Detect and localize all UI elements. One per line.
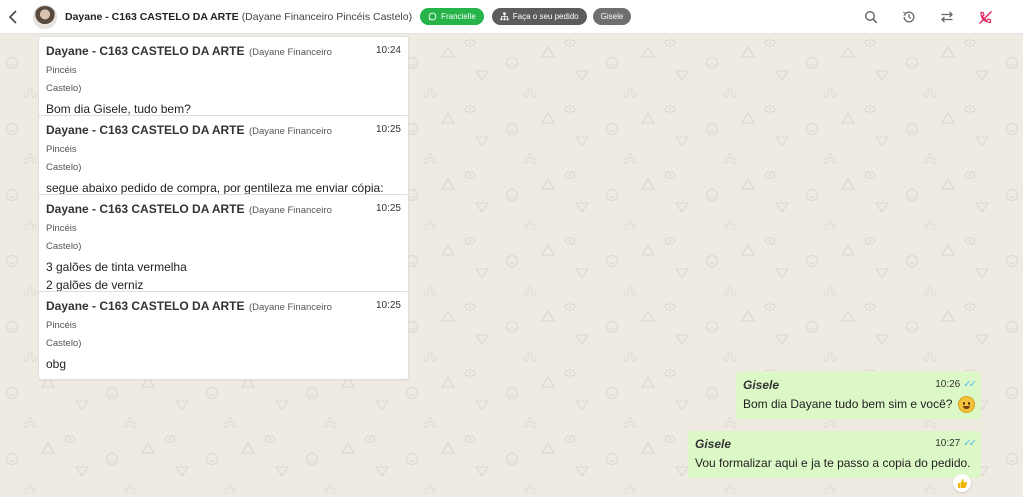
thumbs-up-icon[interactable] [953,474,971,492]
message-sender: Dayane - C163 CASTELO DA ARTE [46,123,245,137]
tag-label: Faça o seu pedido [512,12,579,21]
history-icon[interactable] [901,9,917,25]
end-chat-icon[interactable] [977,9,993,25]
sitemap-icon [500,12,509,21]
whatsapp-icon [428,12,437,21]
message-sender-sub: Castelo) [46,338,82,349]
message-time: 10:25 [375,300,401,311]
tag-label: Gisele [600,12,624,21]
chat-area[interactable]: Dayane - C163 CASTELO DA ARTE (Dayane Fi… [0,35,1023,497]
message-text: 3 galões de tinta vermelha [46,260,187,274]
outgoing-message[interactable]: Gisele 10:27 ✓✓ Vou formalizar aqui e ja… [688,431,981,478]
outgoing-message[interactable]: Gisele 10:26 ✓✓ Bom dia Dayane tudo bem … [736,372,981,420]
message-time: 10:25 [375,203,401,214]
contact-subtitle: (Dayane Financeiro Pincéis Castelo) [241,10,413,23]
tag-order[interactable]: Faça o seu pedido [491,8,587,25]
message-time: 10:26 [935,379,961,390]
transfer-icon[interactable] [939,9,955,25]
tag-francielle[interactable]: Francielle [420,8,484,25]
contact-name[interactable]: Dayane - C163 CASTELO DA ARTE [65,11,239,23]
message-time: 10:24 [375,45,401,56]
message-sender-sub: Castelo) [46,241,82,252]
message-sender: Gisele [695,437,732,451]
message-sender-sub: Castelo) [46,162,82,173]
message-text: Bom dia Dayane tudo bem sim e você? [743,397,953,411]
message-sender: Gisele [743,378,780,392]
grinning-face-icon [957,396,975,414]
incoming-message[interactable]: Dayane - C163 CASTELO DA ARTE (Dayane Fi… [38,36,409,125]
message-text: Vou formalizar aqui e ja te passo a copi… [695,456,971,470]
tag-gisele[interactable]: Gisele [592,8,632,25]
incoming-message[interactable]: Dayane - C163 CASTELO DA ARTE (Dayane Fi… [38,115,409,204]
message-sender-sub: Castelo) [46,83,82,94]
message-text: obg [46,357,67,371]
message-sender: Dayane - C163 CASTELO DA ARTE [46,202,245,216]
message-time: 10:27 [935,438,961,449]
header-actions [863,0,993,34]
search-icon[interactable] [863,9,879,25]
message-sender: Dayane - C163 CASTELO DA ARTE [46,299,245,313]
contact-avatar[interactable] [33,4,57,29]
incoming-message[interactable]: Dayane - C163 CASTELO DA ARTE (Dayane Fi… [38,194,409,301]
incoming-message[interactable]: Dayane - C163 CASTELO DA ARTE (Dayane Fi… [38,291,409,380]
message-sender: Dayane - C163 CASTELO DA ARTE [46,44,245,58]
message-time: 10:25 [375,124,401,135]
tag-label: Francielle [441,12,476,21]
chat-header: Dayane - C163 CASTELO DA ARTE (Dayane Fi… [0,0,1023,34]
read-ticks-icon: ✓✓ [963,438,977,449]
back-arrow-icon[interactable] [2,0,24,34]
read-ticks-icon: ✓✓ [963,379,977,390]
